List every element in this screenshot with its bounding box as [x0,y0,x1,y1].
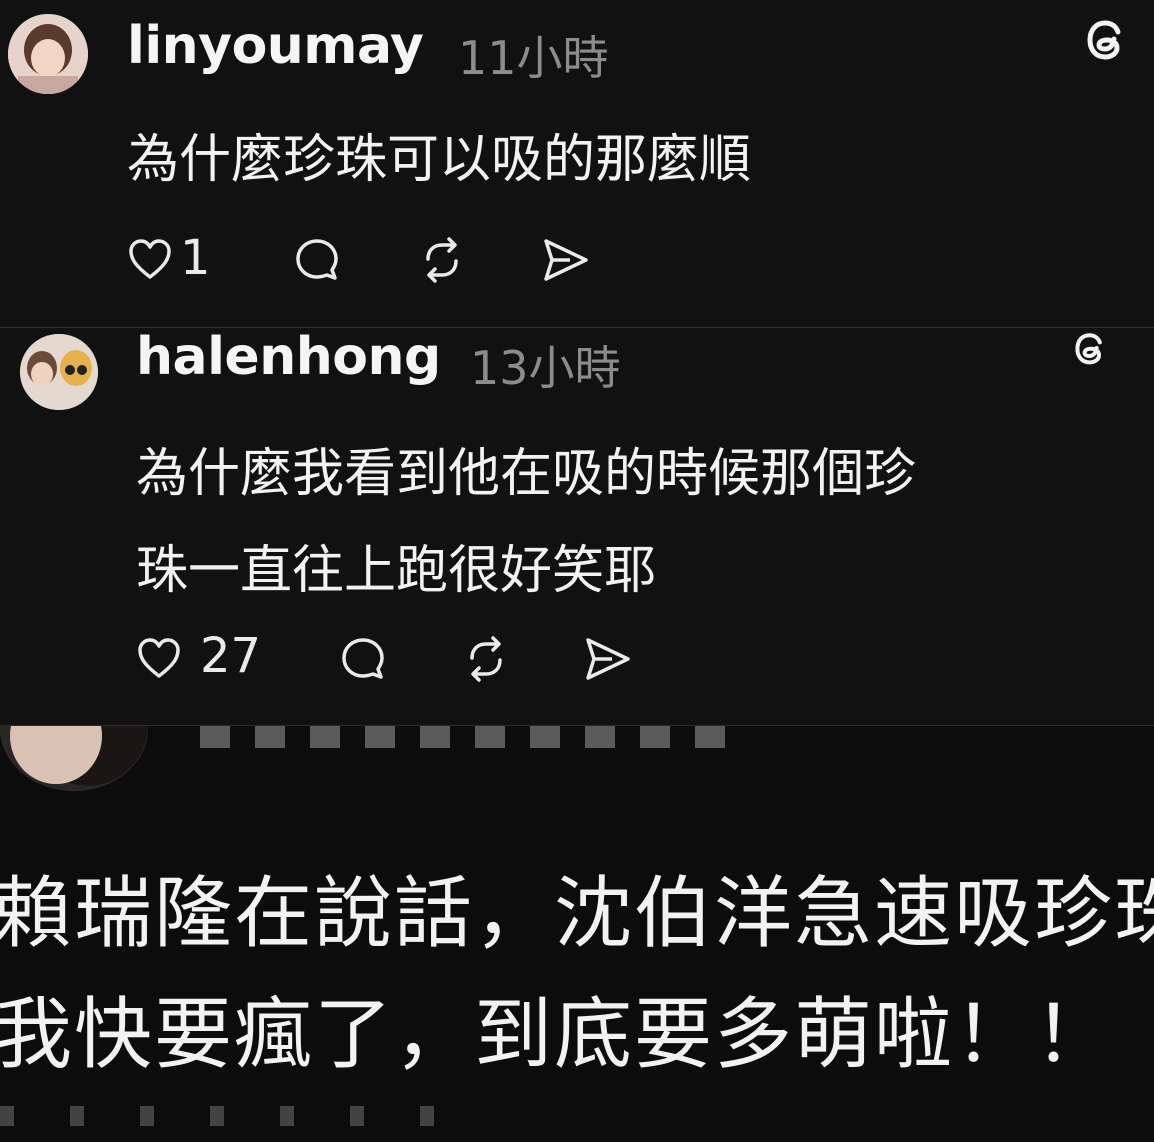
avatar-photo [0,726,148,791]
comment-text-line-1: 為什麼我看到他在吸的時候那個珍 [136,444,917,504]
cropped-action-bar [0,1106,460,1126]
repost-icon[interactable] [416,235,468,285]
cropped-username-fragment [200,726,740,748]
avatar[interactable] [20,334,98,410]
threads-logo-icon[interactable] [1082,14,1132,64]
comment-icon[interactable] [292,235,342,285]
heart-icon[interactable] [127,237,173,281]
username[interactable]: linyoumay [127,16,424,76]
avatar[interactable] [0,726,148,791]
heart-icon[interactable] [136,636,182,680]
username[interactable]: halenhong [136,328,441,387]
threads-logo-icon[interactable] [1068,328,1114,368]
comment-card-2: halenhong 13小時 為什麼我看到他在吸的時候那個珍 珠一直往上跑很好笑… [0,327,1154,725]
avatar[interactable] [8,14,88,94]
comment-text-line-2: 我快要瘋了，到底要多萌啦！！ [0,990,1115,1080]
send-icon[interactable] [582,634,634,684]
comment-icon[interactable] [338,634,388,684]
timestamp: 13小時 [470,341,621,395]
like-count: 27 [200,628,262,684]
timestamp: 11小時 [458,31,609,85]
repost-icon[interactable] [460,634,512,684]
comment-text-line-1: 賴瑞隆在說話，沈伯洋急速吸珍珠 [0,869,1154,959]
avatar-photo [20,334,98,410]
comment-text: 為什麼珍珠可以吸的那麼順 [127,130,752,190]
send-icon[interactable] [540,235,592,285]
comment-text-line-2: 珠一直往上跑很好笑耶 [136,541,657,601]
like-count: 1 [180,230,211,286]
comment-card-3: 賴瑞隆在說話，沈伯洋急速吸珍珠 我快要瘋了，到底要多萌啦！！ [0,725,1154,1142]
comment-card-1: linyoumay 11小時 為什麼珍珠可以吸的那麼順 1 [0,0,1154,327]
avatar-photo [8,14,88,94]
